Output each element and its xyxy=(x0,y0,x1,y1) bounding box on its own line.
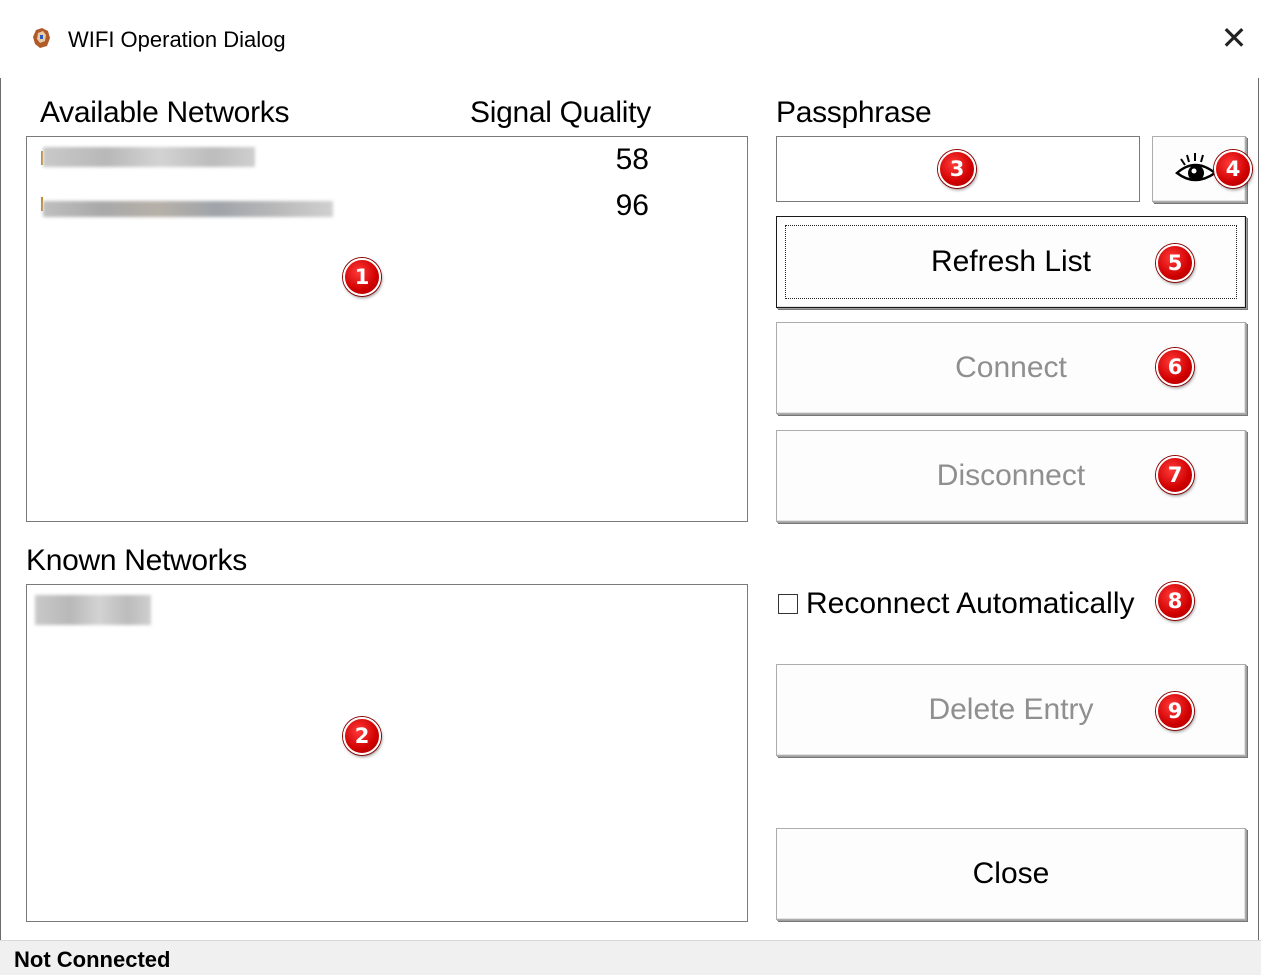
known-networks-list[interactable]: 2 xyxy=(26,584,748,922)
network-name-redacted xyxy=(43,201,333,217)
status-bar: Not Connected xyxy=(0,940,1261,975)
signal-quality-label: Signal Quality xyxy=(470,96,651,129)
connect-label: Connect xyxy=(955,351,1067,384)
title-bar: WIFI Operation Dialog ✕ xyxy=(0,0,1261,78)
available-networks-list[interactable]: 58 96 1 xyxy=(26,136,748,522)
callout-badge-3: 3 xyxy=(938,150,976,188)
callout-badge-8: 8 xyxy=(1156,582,1194,620)
wifi-app-icon xyxy=(30,26,54,50)
callout-badge-6: 6 xyxy=(1156,348,1194,386)
disconnect-label: Disconnect xyxy=(936,459,1086,492)
reconnect-automatically-option[interactable]: Reconnect Automatically xyxy=(778,584,1135,624)
callout-badge-1: 1 xyxy=(343,258,381,296)
callout-badge-9: 9 xyxy=(1156,692,1194,730)
callout-badge-5: 5 xyxy=(1156,244,1194,282)
list-item[interactable]: 96 xyxy=(27,185,747,229)
callout-badge-2: 2 xyxy=(343,717,381,755)
window-title: WIFI Operation Dialog xyxy=(68,27,286,52)
list-item[interactable]: 58 xyxy=(27,139,747,183)
connection-status: Not Connected xyxy=(14,947,171,972)
available-networks-label: Available Networks xyxy=(40,96,290,129)
network-name-redacted xyxy=(35,595,151,625)
close-label: Close xyxy=(972,857,1050,890)
delete-entry-label: Delete Entry xyxy=(928,693,1094,726)
reconnect-checkbox[interactable] xyxy=(778,594,798,614)
network-name-redacted xyxy=(43,147,255,167)
close-button[interactable]: Close xyxy=(776,828,1246,920)
known-networks-label: Known Networks xyxy=(26,544,247,577)
signal-value: 96 xyxy=(615,189,649,222)
callout-badge-7: 7 xyxy=(1156,456,1194,494)
callout-badge-4: 4 xyxy=(1214,150,1252,188)
window-close-icon[interactable]: ✕ xyxy=(1214,20,1254,60)
eye-icon xyxy=(1175,151,1219,193)
reconnect-label: Reconnect Automatically xyxy=(806,587,1135,620)
signal-value: 58 xyxy=(615,143,649,176)
passphrase-label: Passphrase xyxy=(776,96,932,129)
list-item[interactable] xyxy=(27,591,747,631)
